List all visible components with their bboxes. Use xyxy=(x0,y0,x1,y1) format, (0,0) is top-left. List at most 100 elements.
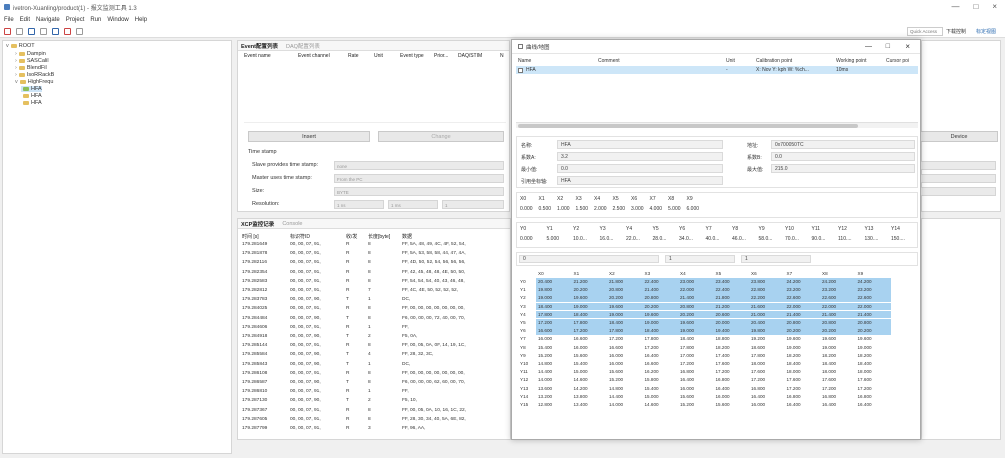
x-axis-value[interactable]: 0.000 xyxy=(520,206,533,212)
grid-cell[interactable]: 16.000 xyxy=(749,401,785,409)
x-axis-value[interactable]: 0.500 xyxy=(539,206,552,212)
grid-cell[interactable]: 18.400 xyxy=(607,319,643,327)
grid-cell[interactable]: 18.200 xyxy=(714,344,750,352)
grid-cell[interactable]: 17.600 xyxy=(785,376,821,384)
y-axis-value[interactable]: 46.0... xyxy=(732,236,746,242)
grid-cell[interactable]: 19.800 xyxy=(536,286,572,294)
grid-cell[interactable]: 17.200 xyxy=(785,385,821,393)
grid-cell[interactable]: 16.400 xyxy=(643,352,679,360)
grid-cell[interactable]: 15.400 xyxy=(536,344,572,352)
grid-cell[interactable]: 20.200 xyxy=(607,294,643,302)
grid-cell[interactable]: 18.400 xyxy=(678,335,714,343)
grid-cell[interactable]: 17.200 xyxy=(607,335,643,343)
grid-control-1[interactable]: 0 xyxy=(519,255,659,263)
grid-cell[interactable]: 23.200 xyxy=(855,286,891,294)
connect-icon[interactable] xyxy=(4,27,11,35)
record-icon[interactable] xyxy=(64,27,71,35)
y-axis-value[interactable]: 16.0... xyxy=(600,236,614,242)
tab-daq-config[interactable]: DAQ配置列表 xyxy=(286,42,320,50)
dialog-close-button[interactable]: × xyxy=(905,42,910,51)
grid-cell[interactable]: 17.800 xyxy=(678,344,714,352)
grid-cell[interactable]: 19.000 xyxy=(571,302,607,311)
grid-cell[interactable]: 13.600 xyxy=(536,385,572,393)
y-axis-value[interactable]: 90.0... xyxy=(812,236,826,242)
y-axis-value[interactable]: 10.0... xyxy=(573,236,587,242)
grid-cell[interactable]: 20.600 xyxy=(713,310,749,319)
perspective-download[interactable]: 下载控制 xyxy=(946,28,966,35)
save-icon[interactable] xyxy=(28,27,35,35)
grid-cell[interactable]: 22.800 xyxy=(749,286,785,294)
grid-cell[interactable]: 17.600 xyxy=(856,376,892,384)
grid-cell[interactable]: 15.400 xyxy=(643,385,679,393)
grid-cell[interactable]: 23.200 xyxy=(784,286,820,294)
grid-cell[interactable]: 19.600 xyxy=(820,335,856,343)
max-value[interactable]: 215.0 xyxy=(771,164,915,173)
grid-cell[interactable]: 15.600 xyxy=(572,352,608,360)
grid-cell[interactable]: 16.000 xyxy=(678,385,714,393)
grid-cell[interactable]: 22.400 xyxy=(642,278,678,286)
grid-cell[interactable]: 16.000 xyxy=(607,352,643,360)
grid-cell[interactable]: 16.800 xyxy=(749,385,785,393)
tab-console[interactable]: Console xyxy=(282,221,302,227)
y-axis-value[interactable]: 28.0... xyxy=(653,236,667,242)
y-axis-value[interactable]: 70.0... xyxy=(785,236,799,242)
grid-cell[interactable]: 19.200 xyxy=(749,335,785,343)
device-button[interactable]: Device xyxy=(920,131,998,142)
tree-item[interactable]: › SASCalil xyxy=(15,58,49,64)
grid-cell[interactable]: 20.200 xyxy=(820,327,856,335)
grid-cell[interactable]: 17.200 xyxy=(571,327,607,335)
grid-cell[interactable]: 21.000 xyxy=(749,310,785,319)
grid-cell[interactable]: 14.000 xyxy=(536,376,572,384)
grid-cell[interactable]: 22.000 xyxy=(678,286,714,294)
grid-cell[interactable]: 21.800 xyxy=(713,294,749,302)
x-axis-value[interactable]: 1.500 xyxy=(576,206,589,212)
grid-cell[interactable]: 17.600 xyxy=(820,376,856,384)
grid-cell[interactable]: 16.400 xyxy=(785,401,821,409)
grid-cell[interactable]: 20.200 xyxy=(642,302,678,311)
tree-item[interactable]: HFA xyxy=(21,93,42,99)
grid-cell[interactable]: 20.800 xyxy=(607,286,643,294)
resolution-period-field[interactable]: 1 ms xyxy=(388,200,438,209)
grid-cell[interactable]: 16.600 xyxy=(607,344,643,352)
row-checkbox-icon[interactable] xyxy=(518,67,523,73)
x-axis-value[interactable]: 6.000 xyxy=(687,206,700,212)
x-axis-value[interactable]: 3.000 xyxy=(631,206,644,212)
grid-cell[interactable]: 20.800 xyxy=(642,294,678,302)
grid-cell[interactable]: 18.600 xyxy=(749,344,785,352)
right-field-3[interactable] xyxy=(920,187,996,196)
grid-cell[interactable]: 19.000 xyxy=(678,327,714,335)
grid-cell[interactable]: 24.200 xyxy=(855,278,891,286)
tree-root[interactable]: v ROOT xyxy=(6,43,35,49)
grid-cell[interactable]: 19.000 xyxy=(607,310,643,319)
grid-cell[interactable]: 14.600 xyxy=(572,376,608,384)
grid-control-2[interactable]: 1 xyxy=(665,255,735,263)
grid-cell[interactable]: 14.600 xyxy=(643,401,679,409)
grid-cell[interactable]: 15.600 xyxy=(714,401,750,409)
grid-cell[interactable]: 15.200 xyxy=(678,401,714,409)
grid-cell[interactable]: 12.800 xyxy=(536,401,572,409)
menu-help[interactable]: Help xyxy=(135,17,147,23)
grid-cell[interactable]: 15.200 xyxy=(607,376,643,384)
grid-cell[interactable]: 22.000 xyxy=(855,302,891,311)
dialog-table-row[interactable]: HFA - X: Nov Y: kph W: %ch... 10ms xyxy=(516,66,918,74)
grid-cell[interactable]: 17.600 xyxy=(714,360,750,368)
dialog-maximize-button[interactable]: □ xyxy=(886,43,890,50)
grid-cell[interactable]: 23.400 xyxy=(713,278,749,286)
maximize-button[interactable]: □ xyxy=(973,2,978,11)
tab-xcp-log[interactable]: XCP监控记录 xyxy=(241,220,274,228)
grid-cell[interactable]: 17.800 xyxy=(536,310,572,319)
grid-cell[interactable]: 17.200 xyxy=(820,385,856,393)
grid-cell[interactable]: 17.800 xyxy=(607,327,643,335)
grid-cell[interactable]: 20.000 xyxy=(713,319,749,327)
grid-cell[interactable]: 18.400 xyxy=(642,327,678,335)
resolution-unit-field[interactable]: 1 ns xyxy=(334,200,384,209)
tree-item[interactable]: › IsoRRackB xyxy=(15,72,54,78)
grid-cell[interactable]: 15.600 xyxy=(607,368,643,376)
grid-cell[interactable]: 24.200 xyxy=(784,278,820,286)
tree-item[interactable]: › Dampin xyxy=(15,51,46,57)
grid-cell[interactable]: 19.600 xyxy=(678,319,714,327)
grid-cell[interactable]: 16.600 xyxy=(643,360,679,368)
grid-cell[interactable]: 17.200 xyxy=(643,344,679,352)
grid-cell[interactable]: 20.400 xyxy=(536,278,572,286)
grid-cell[interactable]: 15.000 xyxy=(572,368,608,376)
